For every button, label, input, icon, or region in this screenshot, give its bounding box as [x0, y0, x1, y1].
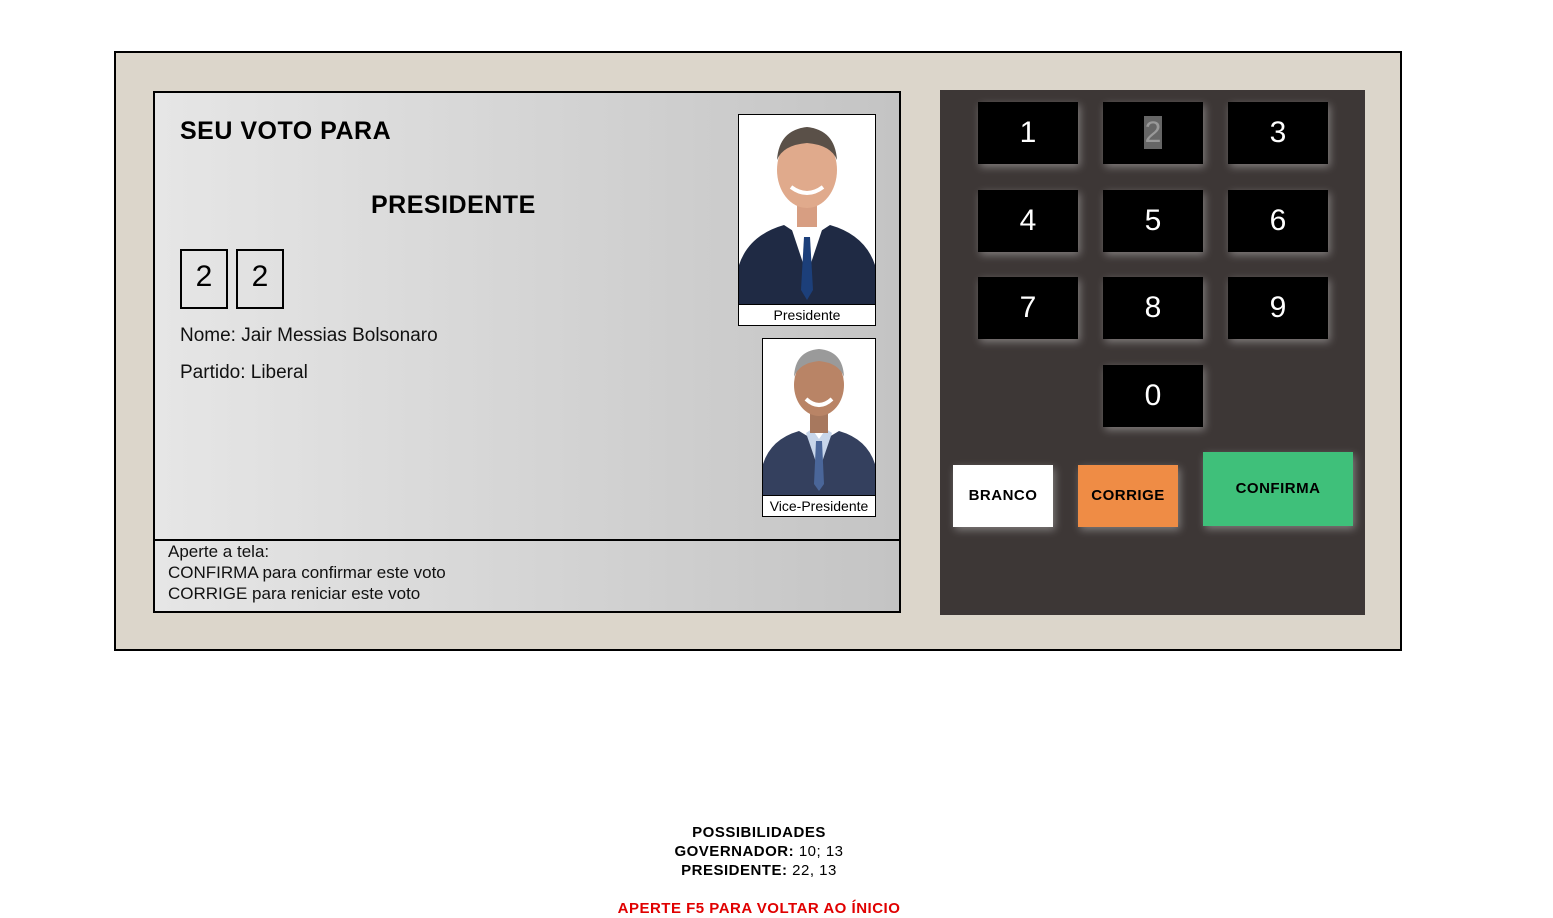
- voting-screen: SEU VOTO PARA PRESIDENTE 2 2 Nome: Jair …: [153, 91, 901, 613]
- candidate-photo: Presidente: [738, 114, 876, 326]
- key-9[interactable]: 9: [1228, 277, 1328, 339]
- key-1[interactable]: 1: [978, 102, 1078, 164]
- possibilities-title: POSSIBILIDADES: [0, 824, 1518, 841]
- key-4[interactable]: 4: [978, 190, 1078, 252]
- instruction-line-2: CONFIRMA para confirmar este voto: [168, 563, 446, 582]
- key-7[interactable]: 7: [978, 277, 1078, 339]
- vice-candidate-photo-caption: Vice-Presidente: [763, 495, 875, 516]
- screen-instructions: Aperte a tela: CONFIRMA para confirmar e…: [168, 541, 446, 604]
- key-8[interactable]: 8: [1103, 277, 1203, 339]
- key-2-label: 2: [1143, 116, 1163, 149]
- president-possibilities: PRESIDENTE: 22, 13: [0, 862, 1518, 879]
- instruction-line-3: CORRIGE para reniciar este voto: [168, 584, 421, 603]
- president-label: PRESIDENTE:: [681, 862, 788, 879]
- corrige-button[interactable]: CORRIGE: [1078, 465, 1178, 527]
- vice-candidate-photo: Vice-Presidente: [762, 338, 876, 517]
- key-6[interactable]: 6: [1228, 190, 1328, 252]
- screen-main-area: SEU VOTO PARA PRESIDENTE 2 2 Nome: Jair …: [155, 93, 899, 541]
- president-values: 22, 13: [792, 862, 837, 879]
- candidate-party: Partido: Liberal: [180, 362, 308, 383]
- key-3[interactable]: 3: [1228, 102, 1328, 164]
- candidate-photo-caption: Presidente: [739, 304, 875, 325]
- reload-notice: APERTE F5 PARA VOLTAR AO ÍNICIO: [617, 900, 901, 917]
- candidate-name: Nome: Jair Messias Bolsonaro: [180, 325, 438, 346]
- branco-button[interactable]: BRANCO: [953, 465, 1053, 527]
- governor-label: GOVERNADOR:: [674, 843, 795, 860]
- vote-header: SEU VOTO PARA: [180, 117, 392, 145]
- key-5[interactable]: 5: [1103, 190, 1203, 252]
- candidate-portrait-icon: [739, 115, 875, 305]
- possibilities-heading: POSSIBILIDADES: [692, 824, 826, 841]
- instruction-line-1: Aperte a tela:: [168, 542, 270, 561]
- vice-candidate-portrait-icon: [763, 339, 875, 496]
- office-title: PRESIDENTE: [371, 191, 536, 219]
- keypad-panel: 1 2 3 4 5 6 7 8 9 0 BRANCO CORRIGE CONFI…: [940, 90, 1365, 615]
- confirma-button[interactable]: CONFIRMA: [1203, 452, 1353, 526]
- vote-digit-2: 2: [236, 249, 284, 309]
- governor-values: 10; 13: [798, 843, 844, 860]
- key-0[interactable]: 0: [1103, 365, 1203, 427]
- governor-possibilities: GOVERNADOR: 10; 13: [0, 843, 1518, 860]
- vote-digit-1: 2: [180, 249, 228, 309]
- key-2[interactable]: 2: [1103, 102, 1203, 164]
